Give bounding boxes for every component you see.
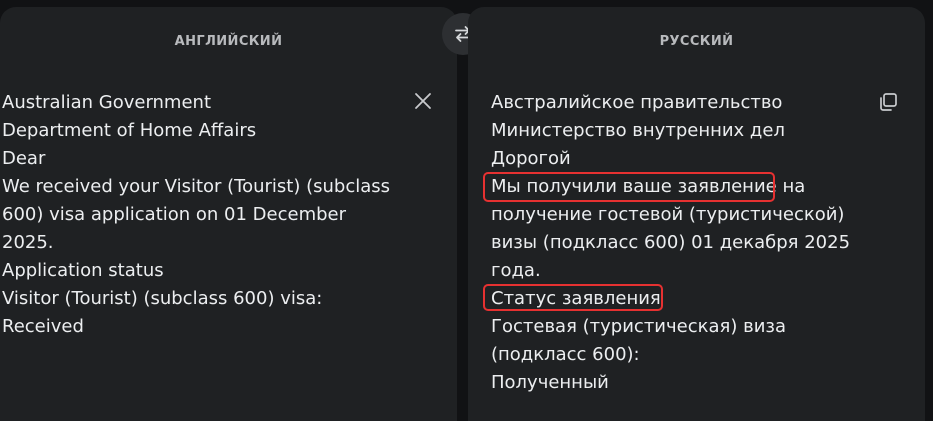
source-text[interactable]: Australian Government Department of Home… bbox=[2, 89, 397, 341]
source-panel: АНГЛИЙСКИЙ Australian Government Departm… bbox=[0, 7, 457, 421]
close-icon bbox=[415, 93, 431, 109]
copy-button[interactable] bbox=[876, 90, 900, 114]
source-language-label[interactable]: АНГЛИЙСКИЙ bbox=[0, 34, 457, 49]
target-language-label[interactable]: РУССКИЙ bbox=[468, 34, 925, 49]
clear-button[interactable] bbox=[411, 89, 435, 113]
translator-app: АНГЛИЙСКИЙ Australian Government Departm… bbox=[0, 0, 933, 421]
highlight-box-received bbox=[483, 172, 775, 202]
highlight-box-status bbox=[483, 284, 663, 311]
target-text: Австралийское правительство Министерство… bbox=[491, 92, 851, 393]
copy-icon bbox=[880, 93, 897, 111]
target-panel: РУССКИЙ Австралийское правительство Мини… bbox=[468, 7, 925, 421]
